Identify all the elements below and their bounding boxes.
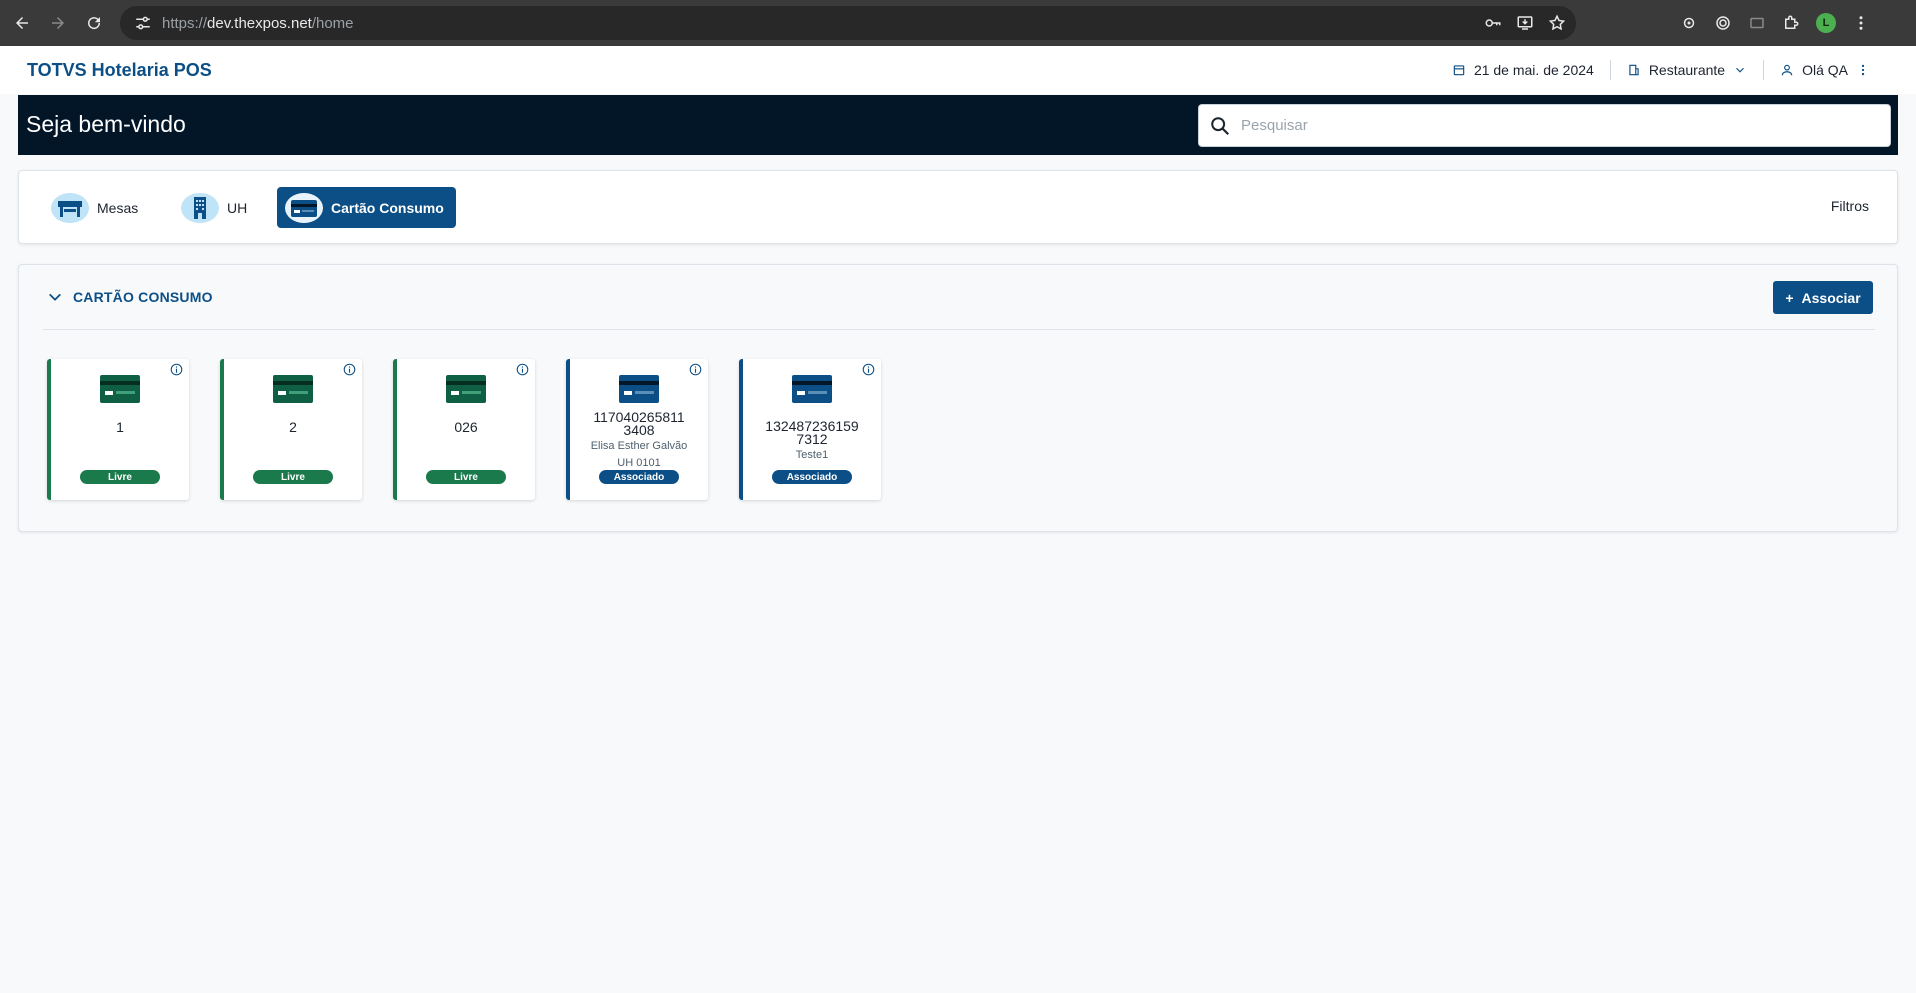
card-number: 1	[116, 419, 124, 435]
guest-name: Elisa Esther Galvão	[590, 440, 688, 452]
tab-label: Cartão Consumo	[331, 199, 444, 216]
app-title[interactable]: TOTVS Hotelaria POS	[27, 60, 212, 81]
bookmark-star-icon[interactable]	[1548, 14, 1566, 32]
status-badge: Livre	[426, 470, 506, 484]
outlet-selector[interactable]: Restaurante	[1611, 62, 1763, 78]
card-icon	[285, 192, 323, 223]
info-icon[interactable]	[862, 363, 875, 376]
browser-menu-icon[interactable]	[1852, 14, 1870, 32]
building-icon	[181, 192, 219, 223]
status-badge: Associado	[599, 470, 679, 484]
card-number-line2: 3408	[623, 422, 655, 438]
consumption-card[interactable]: 132487236159 7312 Teste1 Associado	[739, 359, 881, 500]
arrow-right-icon	[52, 17, 64, 29]
section-header[interactable]: CARTÃO CONSUMO	[47, 289, 213, 305]
key-icon[interactable]	[1484, 14, 1502, 32]
greeting-text: Olá QA	[1802, 62, 1848, 78]
browser-toolbar: https://dev.thexpos.net/home L	[0, 0, 1916, 46]
welcome-title: Seja bem-vindo	[26, 111, 186, 137]
info-icon[interactable]	[516, 363, 529, 376]
card-note: Teste1	[795, 449, 829, 461]
back-button[interactable]	[8, 9, 36, 37]
card-icon	[100, 375, 140, 403]
consumption-card[interactable]: 026 Livre	[393, 359, 535, 500]
url-text: https://dev.thexpos.net/home	[162, 15, 354, 32]
associar-label: Associar	[1801, 289, 1861, 306]
consumption-card[interactable]: 2 Livre	[220, 359, 362, 500]
tab-label: Mesas	[97, 199, 139, 216]
associar-button[interactable]: + Associar	[1773, 281, 1873, 314]
card-list: 1 Livre 2 Livre 026 Livre 117040265811 3…	[47, 359, 881, 500]
section-divider	[43, 329, 1875, 330]
cartao-consumo-section: CARTÃO CONSUMO + Associar 1 Livre 2 Livr…	[18, 264, 1898, 532]
building-small-icon	[1629, 64, 1639, 76]
card-icon	[792, 375, 832, 403]
chevron-down-icon	[1736, 67, 1745, 73]
address-bar[interactable]: https://dev.thexpos.net/home	[120, 6, 1576, 40]
card-icon	[273, 375, 313, 403]
date-text: 21 de mai. de 2024	[1473, 62, 1594, 78]
app-header: TOTVS Hotelaria POS 21 de mai. de 2024 R…	[0, 46, 1916, 94]
consumption-card[interactable]: 1 Livre	[47, 359, 189, 500]
status-badge: Livre	[253, 470, 333, 484]
date-display: 21 de mai. de 2024	[1436, 62, 1610, 78]
extension-gear-icon[interactable]	[1680, 14, 1698, 32]
status-badge: Livre	[80, 470, 160, 484]
plus-icon: +	[1785, 289, 1794, 306]
url-path: /home	[311, 14, 354, 32]
table-icon	[51, 192, 89, 223]
search-icon	[1211, 116, 1230, 135]
filters-button[interactable]: Filtros	[1831, 198, 1869, 214]
info-icon[interactable]	[170, 363, 183, 376]
profile-avatar[interactable]: L	[1816, 13, 1836, 33]
arrow-left-icon	[16, 17, 28, 29]
url-host: dev.thexpos.net	[207, 14, 312, 32]
welcome-banner: Seja bem-vindo	[18, 95, 1898, 155]
extension-media-icon[interactable]	[1748, 14, 1766, 32]
tab-uh[interactable]: UH	[173, 187, 257, 228]
card-number: 026	[454, 419, 478, 435]
url-protocol: https://	[162, 14, 208, 32]
tab-label: UH	[227, 199, 248, 216]
info-icon[interactable]	[689, 363, 702, 376]
room-number: UH 0101	[617, 457, 661, 469]
site-settings-icon[interactable]	[134, 14, 152, 32]
search-box[interactable]	[1198, 104, 1891, 147]
card-icon	[446, 375, 486, 403]
card-icon	[619, 375, 659, 403]
consumption-card[interactable]: 117040265811 3408 Elisa Esther Galvão UH…	[566, 359, 708, 500]
search-input[interactable]	[1241, 117, 1890, 134]
forward-button[interactable]	[44, 9, 72, 37]
tab-cartao-consumo[interactable]: Cartão Consumo	[277, 187, 456, 228]
install-app-icon[interactable]	[1516, 14, 1534, 32]
user-menu[interactable]: Olá QA	[1764, 62, 1886, 78]
category-tabs: Mesas UH Cartão Consumo Filtros	[18, 170, 1898, 244]
card-number-line2: 7312	[796, 431, 828, 447]
user-icon	[1781, 64, 1793, 76]
section-title: CARTÃO CONSUMO	[73, 289, 213, 305]
tab-mesas[interactable]: Mesas	[43, 187, 148, 228]
more-vertical-icon[interactable]	[1856, 63, 1870, 77]
extensions-puzzle-icon[interactable]	[1782, 14, 1800, 32]
calendar-icon	[1453, 65, 1465, 76]
chevron-down-icon[interactable]	[47, 289, 63, 305]
reload-button[interactable]	[80, 9, 108, 37]
reload-icon	[88, 17, 101, 30]
card-number: 2	[289, 419, 297, 435]
info-icon[interactable]	[343, 363, 356, 376]
outlet-label: Restaurante	[1648, 62, 1726, 78]
status-badge: Associado	[772, 470, 852, 484]
extension-target-icon[interactable]	[1714, 14, 1732, 32]
